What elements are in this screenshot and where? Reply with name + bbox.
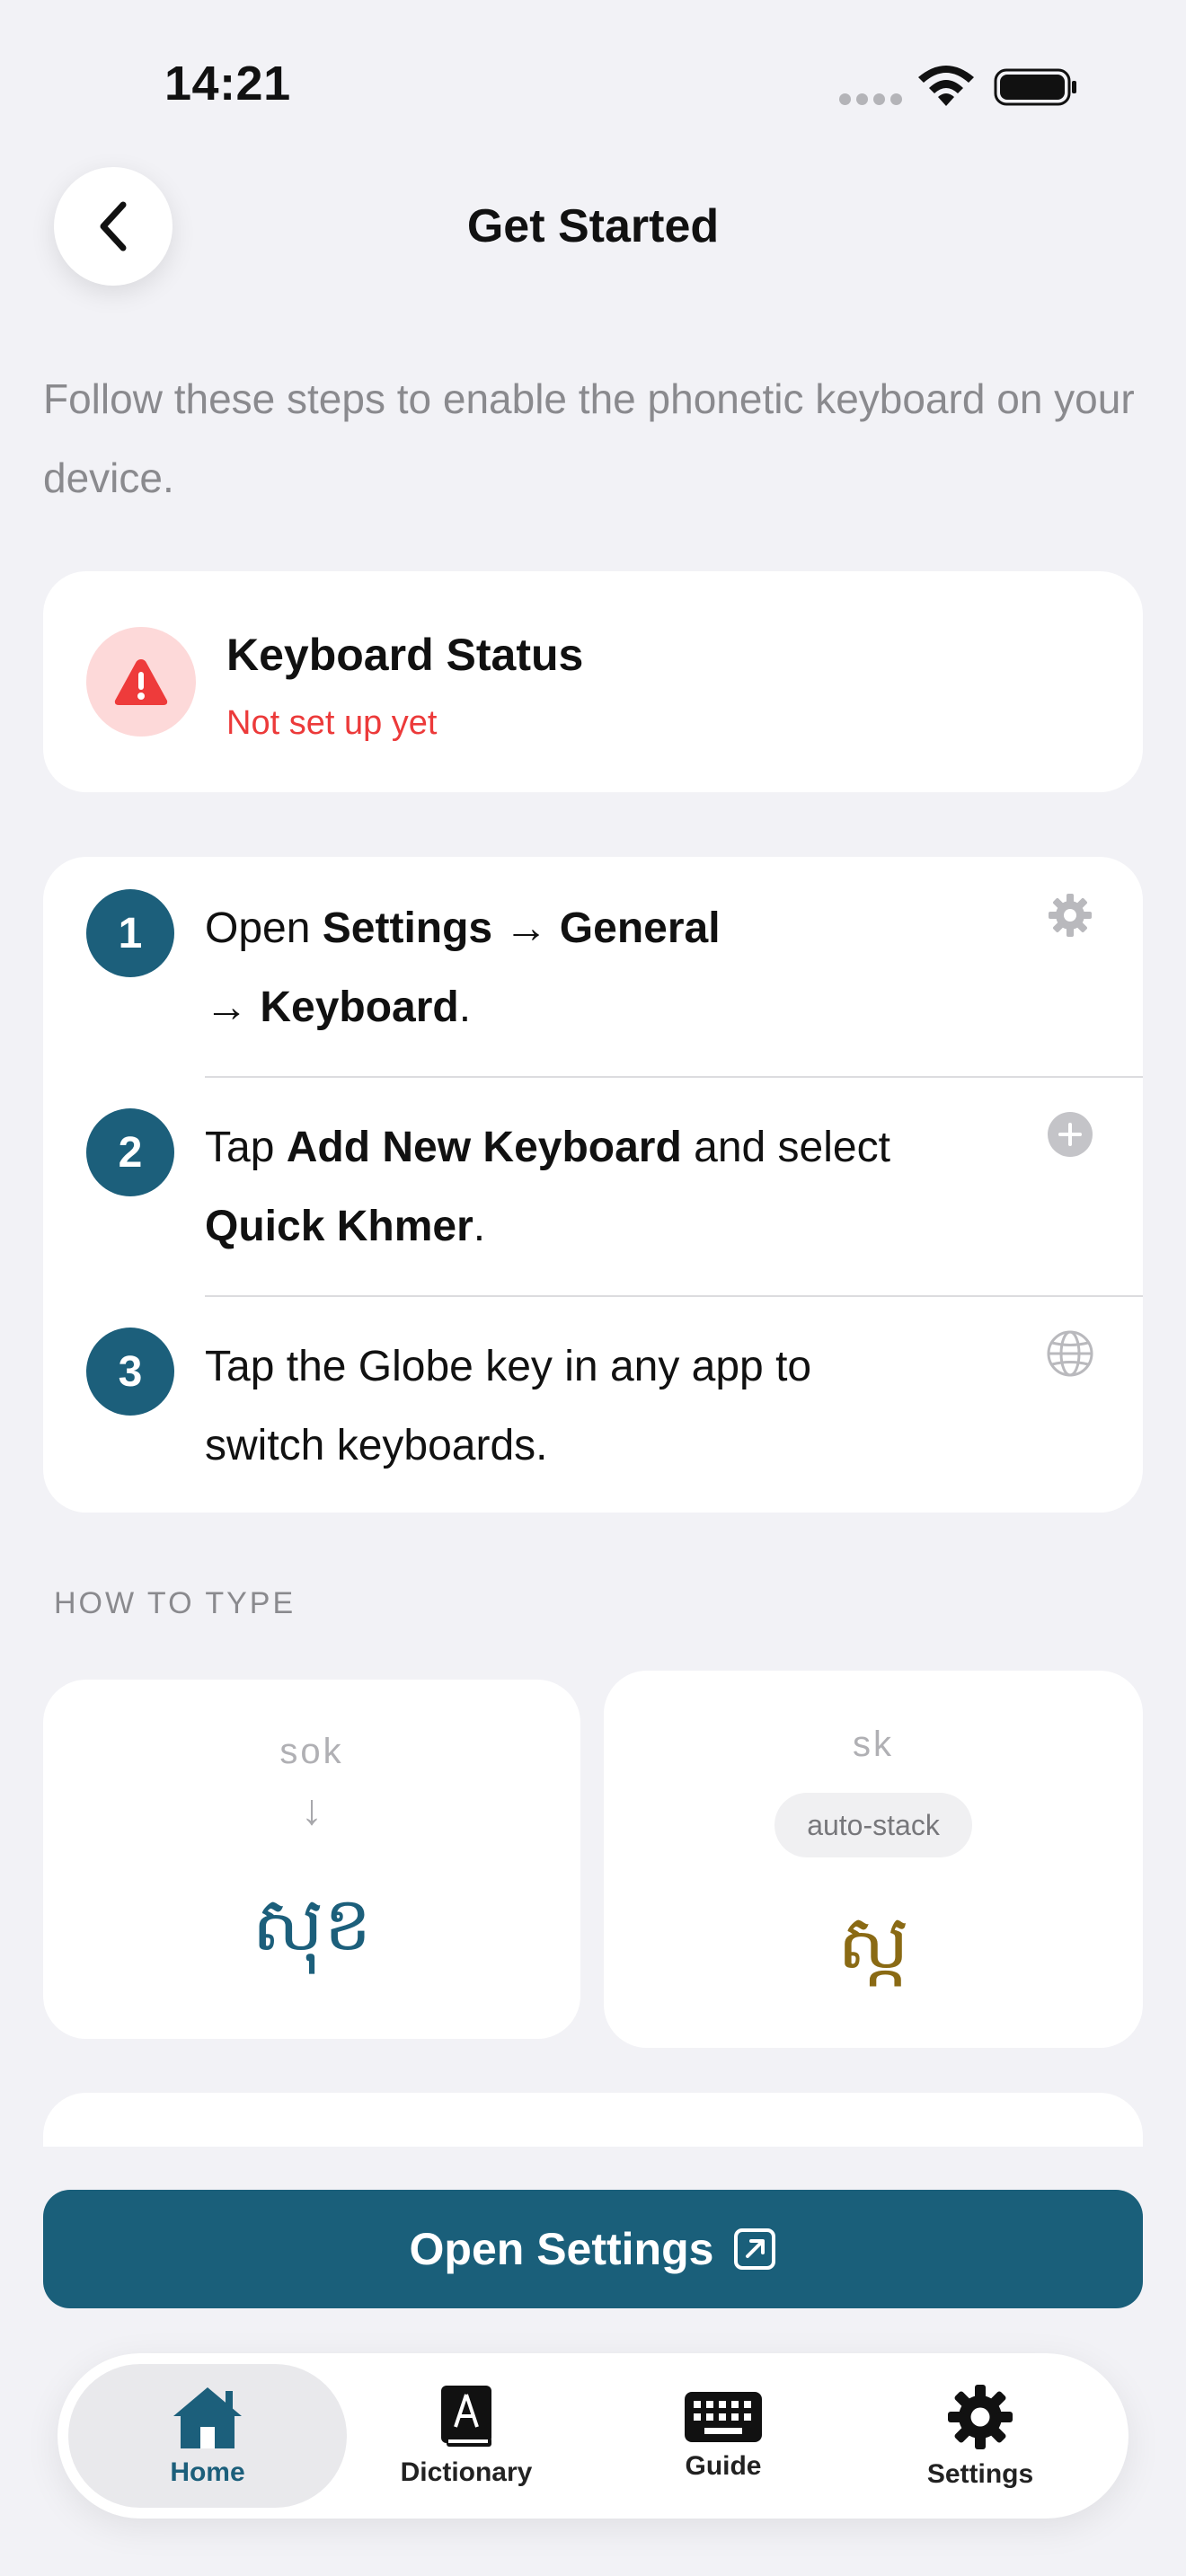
status-time: 14:21 (164, 57, 291, 110)
signal-icon (839, 93, 902, 106)
keyboard-status-card (43, 571, 1143, 792)
tab-home[interactable]: Home (68, 2364, 347, 2508)
divider (205, 1295, 1143, 1297)
open-settings-label: Open Settings (409, 2224, 714, 2274)
battery-icon (994, 68, 1076, 106)
example-output: សុខ (252, 1880, 372, 1968)
wifi-icon (918, 66, 974, 106)
tab-label: Dictionary (400, 2457, 533, 2487)
tab-label: Settings (926, 2459, 1034, 2489)
auto-stack-chip: auto-stack (774, 1793, 972, 1857)
globe-icon (1044, 1328, 1096, 1380)
intro-text: Follow these steps to enable the phoneti… (43, 375, 1135, 501)
typing-example-card: sk auto-stack ស្ក (604, 1671, 1143, 2048)
tab-dictionary[interactable]: Dictionary (327, 2364, 606, 2508)
external-link-icon (734, 2228, 776, 2270)
arrow-down-icon: ↓ (301, 1786, 323, 1834)
step-text: Tap Add New Keyboard and select Quick Kh… (205, 1124, 890, 1250)
gear-icon (1044, 889, 1096, 941)
example-input: sk (853, 1725, 894, 1764)
open-settings-button[interactable]: Open Settings (43, 2190, 1143, 2308)
typing-example-card: sok ↓ សុខ (43, 1680, 580, 2039)
keyboard-status-value: Not set up yet (226, 704, 438, 742)
tab-label: Guide (685, 2451, 762, 2481)
divider (205, 1076, 1143, 1078)
step-text: Open Settings → General → Keyboard. (205, 904, 721, 1031)
gear-icon (948, 2385, 1013, 2449)
step-number: 3 (86, 1328, 174, 1416)
keyboard-icon (685, 2392, 762, 2442)
page-title: Get Started (466, 200, 720, 252)
example-input: sok (279, 1732, 344, 1771)
step-number: 2 (86, 1108, 174, 1196)
step-text: Tap the Globe key in any app to switch k… (205, 1343, 812, 1469)
tab-settings[interactable]: Settings (841, 2364, 1120, 2508)
tab-guide[interactable]: Guide (584, 2364, 863, 2508)
plus-circle-icon (1044, 1108, 1096, 1160)
example-output: ស្ក (837, 1898, 909, 1986)
tab-label: Home (170, 2457, 245, 2487)
dictionary-icon (441, 2386, 491, 2447)
warning-icon (86, 627, 196, 737)
step-number: 1 (86, 889, 174, 977)
tab-bar: Home Dictionary Guide Settings (58, 2353, 1128, 2519)
keyboard-status-title: Keyboard Status (226, 630, 584, 680)
section-header-how-to-type: HOW TO TYPE (54, 1586, 296, 1620)
home-icon (173, 2387, 242, 2448)
